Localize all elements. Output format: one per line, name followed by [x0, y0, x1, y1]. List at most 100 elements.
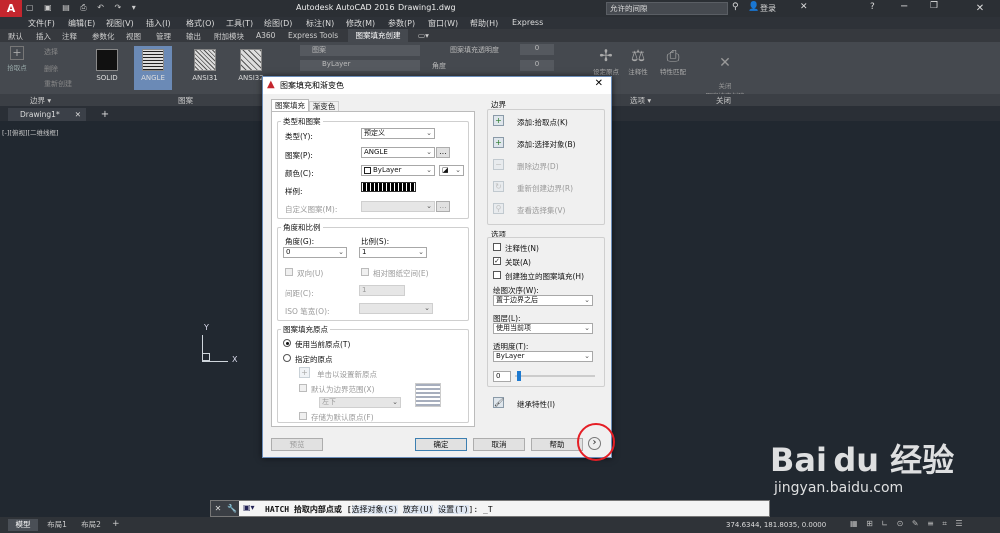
ribbon-tab-insert[interactable]: 插入: [36, 31, 51, 42]
layout-tab-1[interactable]: 布局1: [42, 519, 72, 531]
ribbon-tab-addins[interactable]: 附加模块: [214, 31, 244, 42]
remove-boundary-icon[interactable]: −: [493, 159, 504, 170]
menu-file[interactable]: 文件(F): [28, 18, 55, 29]
ribbon-annotative-button[interactable]: ⚖ 注释性: [624, 46, 652, 86]
ribbon-transparency-input[interactable]: 0: [520, 44, 554, 55]
ribbon-recreate-item[interactable]: 重新创建: [44, 79, 72, 89]
pick-point-button[interactable]: + 拾取点: [4, 46, 30, 86]
relative-paper-checkbox[interactable]: [361, 268, 369, 276]
draw-order-select[interactable]: 置于边界之后 ⌄: [493, 295, 593, 306]
ribbon-color-select[interactable]: ByLayer: [300, 60, 420, 71]
preview-button[interactable]: 预览: [271, 438, 323, 451]
menu-dimension[interactable]: 标注(N): [306, 18, 334, 29]
pattern-browse-button[interactable]: ...: [436, 147, 450, 158]
ribbon-tab-default[interactable]: 默认: [8, 31, 23, 42]
command-option-settings[interactable]: 设置(T): [438, 505, 469, 514]
ribbon-tab-options-icon[interactable]: ▭▾: [418, 31, 429, 40]
add-select-objects-label[interactable]: 添加:选择对象(B): [517, 139, 576, 150]
search-input[interactable]: 允许的间隙: [606, 2, 728, 15]
store-default-checkbox[interactable]: [299, 412, 307, 420]
menu-modify[interactable]: 修改(M): [346, 18, 375, 29]
transparency-slider-track[interactable]: [515, 375, 595, 377]
pattern-angle-swatch[interactable]: ANGLE: [134, 46, 172, 90]
set-origin-icon[interactable]: +: [299, 367, 310, 378]
status-toggles[interactable]: ▦ ⊞ ∟ ⊙ ✎ ≡ ⌗ ☰: [850, 519, 966, 529]
exchange-icon[interactable]: ✕: [800, 2, 808, 12]
ribbon-close-hatch-button[interactable]: ✕ 关闭 图案填充创建: [700, 46, 750, 100]
add-pick-point-label[interactable]: 添加:拾取点(K): [517, 117, 568, 128]
ribbon-tab-hatch-create[interactable]: 图案填充创建: [348, 29, 408, 42]
ribbon-tab-manage[interactable]: 管理: [156, 31, 171, 42]
scale-select[interactable]: 1 ⌄: [359, 247, 427, 258]
maximize-button[interactable]: ❐: [930, 1, 938, 11]
menu-view[interactable]: 视图(V): [106, 18, 134, 29]
transparency-select[interactable]: ByLayer ⌄: [493, 351, 593, 362]
viewport-controls[interactable]: [-][俯视][二维线框]: [2, 127, 59, 137]
command-line[interactable]: ✕ 🔧 ▣▾ HATCH 拾取内部点或 [选择对象(S) 放弃(U) 设置(T)…: [210, 500, 770, 517]
cancel-button[interactable]: 取消: [473, 438, 525, 451]
custom-pattern-select[interactable]: ⌄: [361, 201, 435, 212]
default-extent-checkbox[interactable]: [299, 384, 307, 392]
associative-checkbox[interactable]: ✓: [493, 257, 501, 265]
custom-browse-button[interactable]: ...: [436, 201, 450, 212]
menu-help[interactable]: 帮助(H): [470, 18, 498, 29]
minimize-button[interactable]: −: [900, 1, 908, 12]
menu-format[interactable]: 格式(O): [186, 18, 215, 29]
app-logo[interactable]: A: [0, 0, 22, 17]
color-select[interactable]: ByLayer ⌄: [361, 165, 435, 176]
command-option-undo[interactable]: 放弃(U): [402, 505, 434, 514]
add-select-objects-icon[interactable]: +: [493, 137, 504, 148]
view-selection-icon[interactable]: ⚲: [493, 203, 504, 214]
add-pick-point-icon[interactable]: +: [493, 115, 504, 126]
group-boundary-label[interactable]: 边界 ▾: [30, 95, 51, 106]
iso-pen-select[interactable]: ⌄: [359, 303, 433, 314]
type-select[interactable]: 预定义 ⌄: [361, 128, 435, 139]
inherit-properties-icon[interactable]: 🖌: [493, 397, 504, 408]
use-current-origin-radio[interactable]: [283, 339, 291, 347]
layer-select[interactable]: 使用当前项 ⌄: [493, 323, 593, 334]
login-link[interactable]: 登录: [760, 3, 776, 14]
ribbon-tab-view[interactable]: 视图: [126, 31, 141, 42]
transparency-number-input[interactable]: 0: [493, 371, 511, 382]
transparency-slider-thumb[interactable]: [517, 371, 521, 381]
menu-edit[interactable]: 编辑(E): [68, 18, 95, 29]
new-tab-button[interactable]: +: [98, 108, 112, 121]
pattern-solid-swatch[interactable]: SOLID: [88, 46, 126, 90]
wrench-icon[interactable]: 🔧: [225, 501, 239, 516]
recreate-boundary-icon[interactable]: ↻: [493, 181, 504, 192]
spacing-input[interactable]: 1: [359, 285, 405, 296]
specified-origin-radio[interactable]: [283, 354, 291, 362]
remove-boundary-label[interactable]: 删除边界(D): [517, 161, 559, 172]
sample-preview[interactable]: [361, 182, 416, 192]
command-option-select[interactable]: 选择对象(S): [351, 505, 398, 514]
inherit-properties-label[interactable]: 继承特性(I): [517, 399, 555, 410]
document-tab[interactable]: Drawing1* ✕: [8, 108, 86, 121]
ribbon-tab-annotate[interactable]: 注释: [62, 31, 77, 42]
command-close-icon[interactable]: ✕: [211, 501, 225, 516]
group-options-label[interactable]: 选项 ▾: [630, 95, 651, 106]
layout-tab-model[interactable]: 模型: [8, 519, 38, 531]
view-selection-label[interactable]: 查看选择集(V): [517, 205, 565, 216]
menu-parametric[interactable]: 参数(P): [388, 18, 415, 29]
separate-hatches-checkbox[interactable]: [493, 271, 501, 279]
ribbon-select-item[interactable]: 选择: [44, 47, 58, 57]
close-button[interactable]: ✕: [960, 0, 1000, 17]
ok-button[interactable]: 确定: [415, 438, 467, 451]
add-layout-button[interactable]: +: [112, 519, 120, 529]
dialog-titlebar[interactable]: ▲ 图案填充和渐变色 ✕: [263, 77, 611, 94]
menu-insert[interactable]: 插入(I): [146, 18, 171, 29]
extent-select[interactable]: 左下 ⌄: [319, 397, 401, 408]
ribbon-tab-express[interactable]: Express Tools: [288, 31, 338, 40]
coordinates-readout[interactable]: 374.6344, 181.8035, 0.0000: [726, 521, 826, 529]
ribbon-pattern-type-select[interactable]: 图案: [300, 45, 420, 56]
command-history-icon[interactable]: ▣▾: [243, 503, 255, 512]
menu-tools[interactable]: 工具(T): [226, 18, 253, 29]
close-tab-icon[interactable]: ✕: [75, 108, 81, 121]
double-checkbox[interactable]: [285, 268, 293, 276]
menu-express[interactable]: Express: [512, 18, 543, 27]
help-icon[interactable]: ?: [870, 2, 875, 12]
background-color-select[interactable]: ◪ ⌄: [439, 165, 464, 176]
pattern-select[interactable]: ANGLE ⌄: [361, 147, 435, 158]
ribbon-match-button[interactable]: ⎙ 特性匹配: [656, 46, 690, 86]
dialog-close-button[interactable]: ✕: [595, 78, 603, 89]
